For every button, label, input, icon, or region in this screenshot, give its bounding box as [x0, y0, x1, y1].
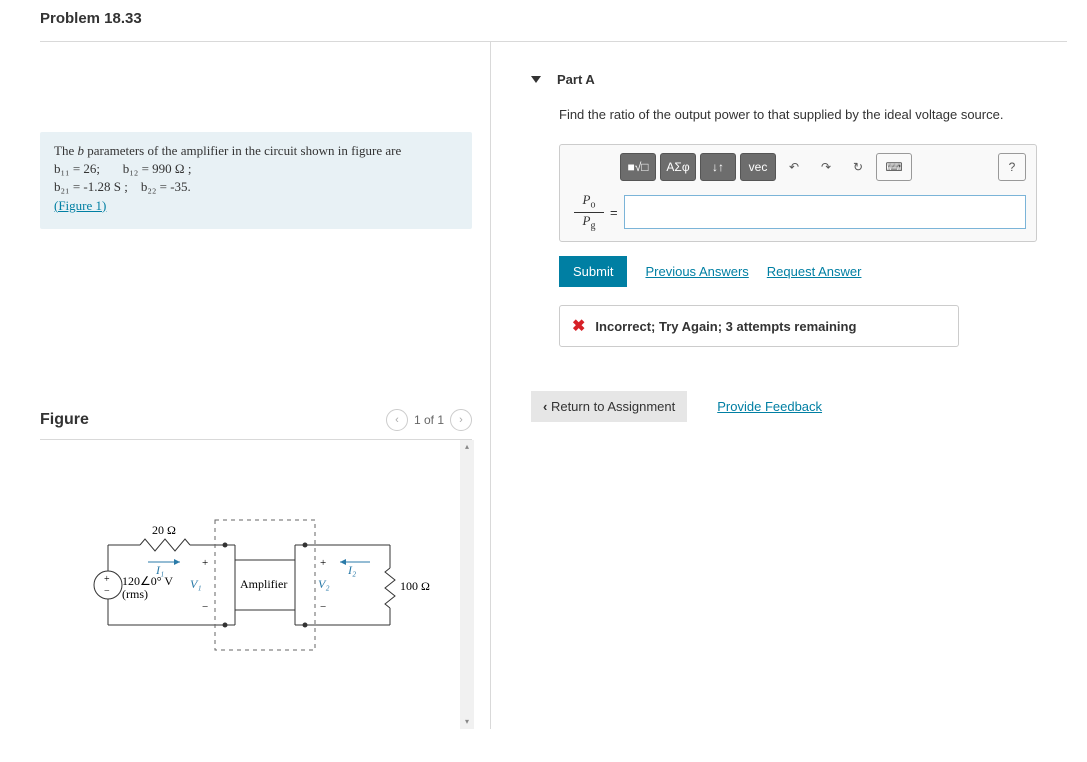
svg-text:V₂: V₂ — [318, 577, 330, 591]
svg-text:I₁: I₁ — [155, 563, 164, 577]
greek-button[interactable]: ΑΣφ — [660, 153, 696, 181]
figure-scrollbar[interactable]: ▴ ▾ — [460, 440, 474, 729]
scroll-down-icon[interactable]: ▾ — [460, 715, 474, 729]
svg-text:Amplifier: Amplifier — [240, 577, 287, 591]
b22-value: b₂₂ = -35. — [141, 179, 191, 194]
info-text: parameters of the amplifier in the circu… — [84, 143, 401, 158]
subsup-button[interactable]: ↓↑ — [700, 153, 736, 181]
return-to-assignment-button[interactable]: Return to Assignment — [531, 391, 687, 422]
part-a-header[interactable]: Part A — [531, 72, 1037, 87]
problem-title: Problem 18.33 — [40, 10, 1067, 27]
svg-text:+: + — [320, 557, 326, 569]
figure-link[interactable]: (Figure 1) — [54, 198, 106, 213]
feedback-message: Incorrect; Try Again; 3 attempts remaini… — [595, 319, 856, 334]
provide-feedback-link[interactable]: Provide Feedback — [717, 399, 822, 414]
svg-text:−: − — [104, 586, 110, 597]
circuit-diagram: + − 120∠0° V (rms) 20 Ω I₁ — [80, 490, 440, 660]
vector-button[interactable]: vec — [740, 153, 776, 181]
svg-text:−: − — [320, 601, 326, 613]
undo-button[interactable]: ↶ — [780, 153, 808, 181]
figure-canvas: + − 120∠0° V (rms) 20 Ω I₁ — [40, 439, 472, 729]
svg-text:I₂: I₂ — [347, 563, 356, 577]
keyboard-button[interactable]: ⌨ — [876, 153, 912, 181]
b11-value: b₁₁ = 26; — [54, 161, 100, 176]
reset-button[interactable]: ↻ — [844, 153, 872, 181]
figure-title: Figure — [40, 411, 89, 429]
answer-area: ■√□ ΑΣφ ↓↑ vec ↶ ↷ ↻ ⌨ ? Po — [559, 144, 1037, 242]
info-text: The — [54, 143, 77, 158]
collapse-icon — [531, 76, 541, 83]
figure-next-button[interactable]: › — [450, 409, 472, 431]
incorrect-icon: ✖ — [572, 316, 585, 336]
figure-pager-text: 1 of 1 — [414, 413, 444, 427]
svg-text:−: − — [202, 601, 208, 613]
feedback-box: ✖ Incorrect; Try Again; 3 attempts remai… — [559, 305, 959, 347]
figure-prev-button[interactable]: ‹ — [386, 409, 408, 431]
svg-text:+: + — [202, 557, 208, 569]
b12-value: b₁₂ = 990 Ω ; — [123, 161, 192, 176]
redo-button[interactable]: ↷ — [812, 153, 840, 181]
submit-button[interactable]: Submit — [559, 256, 627, 287]
svg-text:(rms): (rms) — [122, 587, 148, 601]
problem-statement: The b parameters of the amplifier in the… — [40, 132, 472, 229]
templates-button[interactable]: ■√□ — [620, 153, 656, 181]
part-title: Part A — [557, 72, 595, 87]
equals-sign: = — [610, 205, 618, 220]
part-prompt: Find the ratio of the output power to th… — [559, 107, 1037, 122]
answer-input[interactable] — [624, 195, 1026, 229]
svg-text:100 Ω: 100 Ω — [400, 579, 430, 593]
svg-text:V₁: V₁ — [190, 577, 202, 591]
ratio-label: Po Pg — [574, 193, 604, 231]
previous-answers-link[interactable]: Previous Answers — [645, 264, 748, 279]
help-button[interactable]: ? — [998, 153, 1026, 181]
scroll-up-icon[interactable]: ▴ — [460, 440, 474, 454]
b21-value: b₂₁ = -1.28 S ; — [54, 179, 128, 194]
request-answer-link[interactable]: Request Answer — [767, 264, 862, 279]
svg-text:20 Ω: 20 Ω — [152, 523, 176, 537]
svg-text:+: + — [104, 574, 110, 585]
svg-text:120∠0° V: 120∠0° V — [122, 574, 173, 588]
